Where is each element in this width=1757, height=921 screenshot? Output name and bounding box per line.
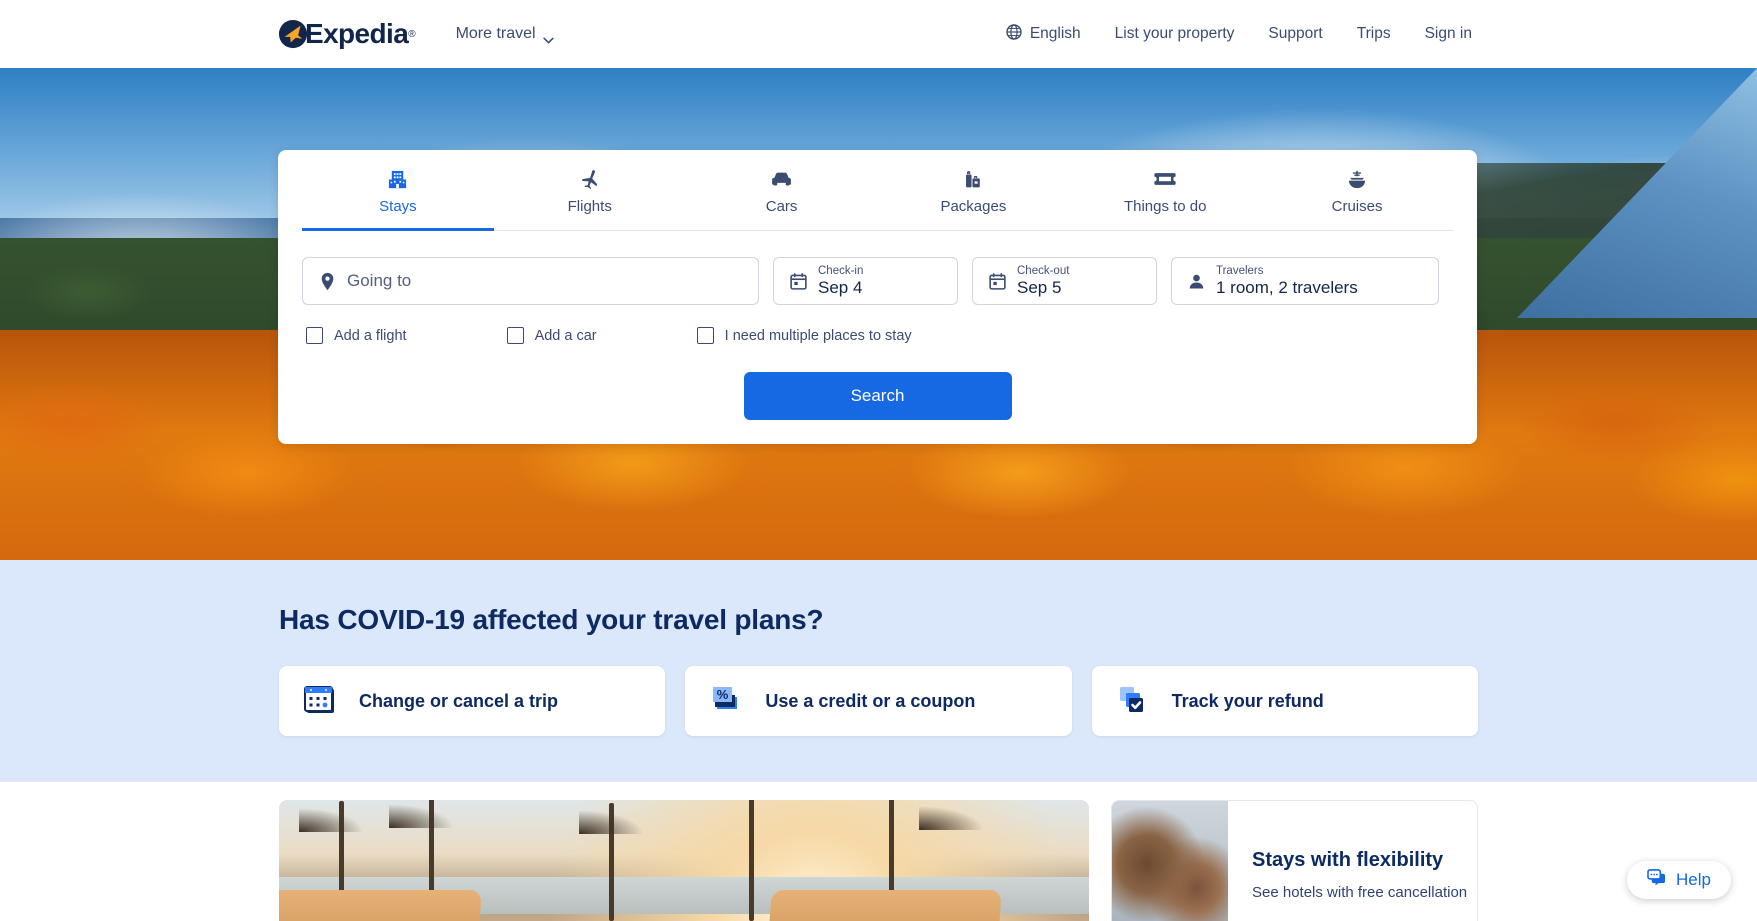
- promo-section: Stays with flexibility See hotels with f…: [0, 782, 1757, 921]
- flexibility-title: Stays with flexibility: [1252, 849, 1444, 871]
- search-widget: Stays Flights Cars Packages Things to do…: [278, 150, 1477, 444]
- add-a-flight-checkbox[interactable]: Add a flight: [306, 327, 407, 344]
- hero-banner: Stays Flights Cars Packages Things to do…: [0, 68, 1757, 560]
- header-nav: English List your property Support Trips…: [1006, 23, 1472, 45]
- beach-sunset-loungers-image[interactable]: [279, 800, 1089, 921]
- track-your-refund-card[interactable]: Track your refund: [1091, 666, 1478, 736]
- checkin-value: Sep 4: [818, 277, 863, 297]
- luggage-icon: [962, 168, 984, 190]
- change-or-cancel-trip-card[interactable]: Change or cancel a trip: [279, 666, 666, 736]
- checkbox-label: Add a car: [534, 327, 597, 344]
- trips-link[interactable]: Trips: [1357, 25, 1391, 43]
- travelers-field[interactable]: Travelers 1 room, 2 travelers: [1171, 257, 1439, 305]
- stays-with-flexibility-card[interactable]: Stays with flexibility See hotels with f…: [1111, 800, 1478, 921]
- expedia-plane-logo: [278, 19, 308, 49]
- checkout-label: Check-out: [1017, 265, 1070, 278]
- covid-card-title: Track your refund: [1171, 690, 1324, 711]
- calendar-dots-icon: [301, 679, 341, 724]
- svg-text:%: %: [717, 687, 729, 702]
- covid-cards: Change or cancel a trip % Use a credit o…: [279, 666, 1478, 736]
- person-icon: [1186, 273, 1206, 290]
- percent-coupon-icon: %: [707, 679, 747, 724]
- covid-section: Has COVID-19 affected your travel plans?: [0, 560, 1757, 782]
- tab-label: Stays: [379, 198, 417, 215]
- checkbox-label: I need multiple places to stay: [724, 327, 912, 344]
- covid-section-title: Has COVID-19 affected your travel plans?: [279, 604, 824, 635]
- location-pin-icon: [317, 272, 337, 291]
- more-travel-label: More travel: [455, 25, 536, 42]
- logo-trademark: ®: [408, 28, 416, 40]
- checkout-value: Sep 5: [1017, 277, 1062, 297]
- tab-label: Packages: [940, 198, 1007, 215]
- tab-packages[interactable]: Packages: [877, 150, 1069, 231]
- tab-cruises[interactable]: Cruises: [1261, 150, 1453, 231]
- search-button[interactable]: Search: [743, 372, 1012, 420]
- destination-field[interactable]: Going to: [302, 257, 759, 305]
- cruise-ship-icon: [1346, 168, 1368, 190]
- checkin-label: Check-in: [818, 265, 864, 278]
- ticket-icon: [1153, 168, 1177, 190]
- airplane-icon: [579, 168, 601, 190]
- expedia-homepage: Expedia ® More travel English List your …: [0, 0, 1757, 921]
- globe-icon: [1006, 23, 1022, 45]
- language-selector[interactable]: English: [1006, 23, 1081, 45]
- checkin-field[interactable]: Check-in Sep 4: [773, 257, 958, 305]
- search-tabs: Stays Flights Cars Packages Things to do…: [302, 150, 1453, 231]
- tab-stays[interactable]: Stays: [302, 150, 494, 231]
- covid-card-title: Use a credit or a coupon: [765, 690, 976, 711]
- logo-text: Expedia: [305, 18, 409, 49]
- calendar-icon: [987, 272, 1007, 290]
- flexibility-subtitle: See hotels with free cancellation: [1252, 884, 1468, 901]
- add-a-car-checkbox[interactable]: Add a car: [506, 327, 597, 344]
- family-on-beach-image: [1112, 801, 1228, 921]
- expedia-logo[interactable]: Expedia ®: [278, 18, 416, 50]
- checkbox-box[interactable]: [306, 327, 323, 344]
- chat-bubble-icon: [1647, 869, 1666, 891]
- checkbox-box[interactable]: [506, 327, 524, 344]
- tab-things-to-do[interactable]: Things to do: [1069, 150, 1261, 231]
- help-button[interactable]: Help: [1627, 861, 1731, 899]
- support-link[interactable]: Support: [1268, 25, 1322, 43]
- covid-card-title: Change or cancel a trip: [359, 690, 559, 711]
- multiple-places-checkbox[interactable]: I need multiple places to stay: [696, 327, 912, 344]
- language-label: English: [1029, 25, 1081, 42]
- calendar-icon: [788, 272, 808, 290]
- stacked-check-icon: [1114, 679, 1154, 724]
- checkbox-box[interactable]: [696, 327, 714, 344]
- checkbox-label: Add a flight: [334, 327, 407, 344]
- help-label: Help: [1676, 870, 1711, 889]
- travelers-label: Travelers: [1216, 265, 1264, 278]
- search-button-row: Search: [302, 372, 1453, 420]
- list-your-property-link[interactable]: List your property: [1115, 25, 1235, 43]
- building-icon: [387, 168, 408, 190]
- tab-label: Cars: [765, 198, 798, 215]
- travelers-value: 1 room, 2 travelers: [1216, 277, 1358, 297]
- destination-placeholder: Going to: [347, 271, 412, 290]
- use-credit-or-coupon-card[interactable]: % Use a credit or a coupon: [685, 666, 1072, 736]
- site-header: Expedia ® More travel English List your …: [0, 0, 1757, 68]
- sign-in-link[interactable]: Sign in: [1425, 25, 1472, 43]
- tab-flights[interactable]: Flights: [494, 150, 686, 231]
- tab-cars[interactable]: Cars: [686, 150, 878, 231]
- car-icon: [770, 168, 793, 190]
- more-travel-menu[interactable]: More travel: [456, 25, 554, 43]
- tab-label: Cruises: [1331, 198, 1383, 215]
- search-fields: Going to Check-in Sep 4 Check-out Sep 5 …: [302, 257, 1453, 305]
- checkout-field[interactable]: Check-out Sep 5: [972, 257, 1157, 305]
- search-options: Add a flight Add a car I need multiple p…: [302, 327, 1453, 344]
- tab-label: Flights: [567, 198, 612, 215]
- chevron-down-icon: [542, 31, 554, 43]
- tab-label: Things to do: [1123, 198, 1207, 215]
